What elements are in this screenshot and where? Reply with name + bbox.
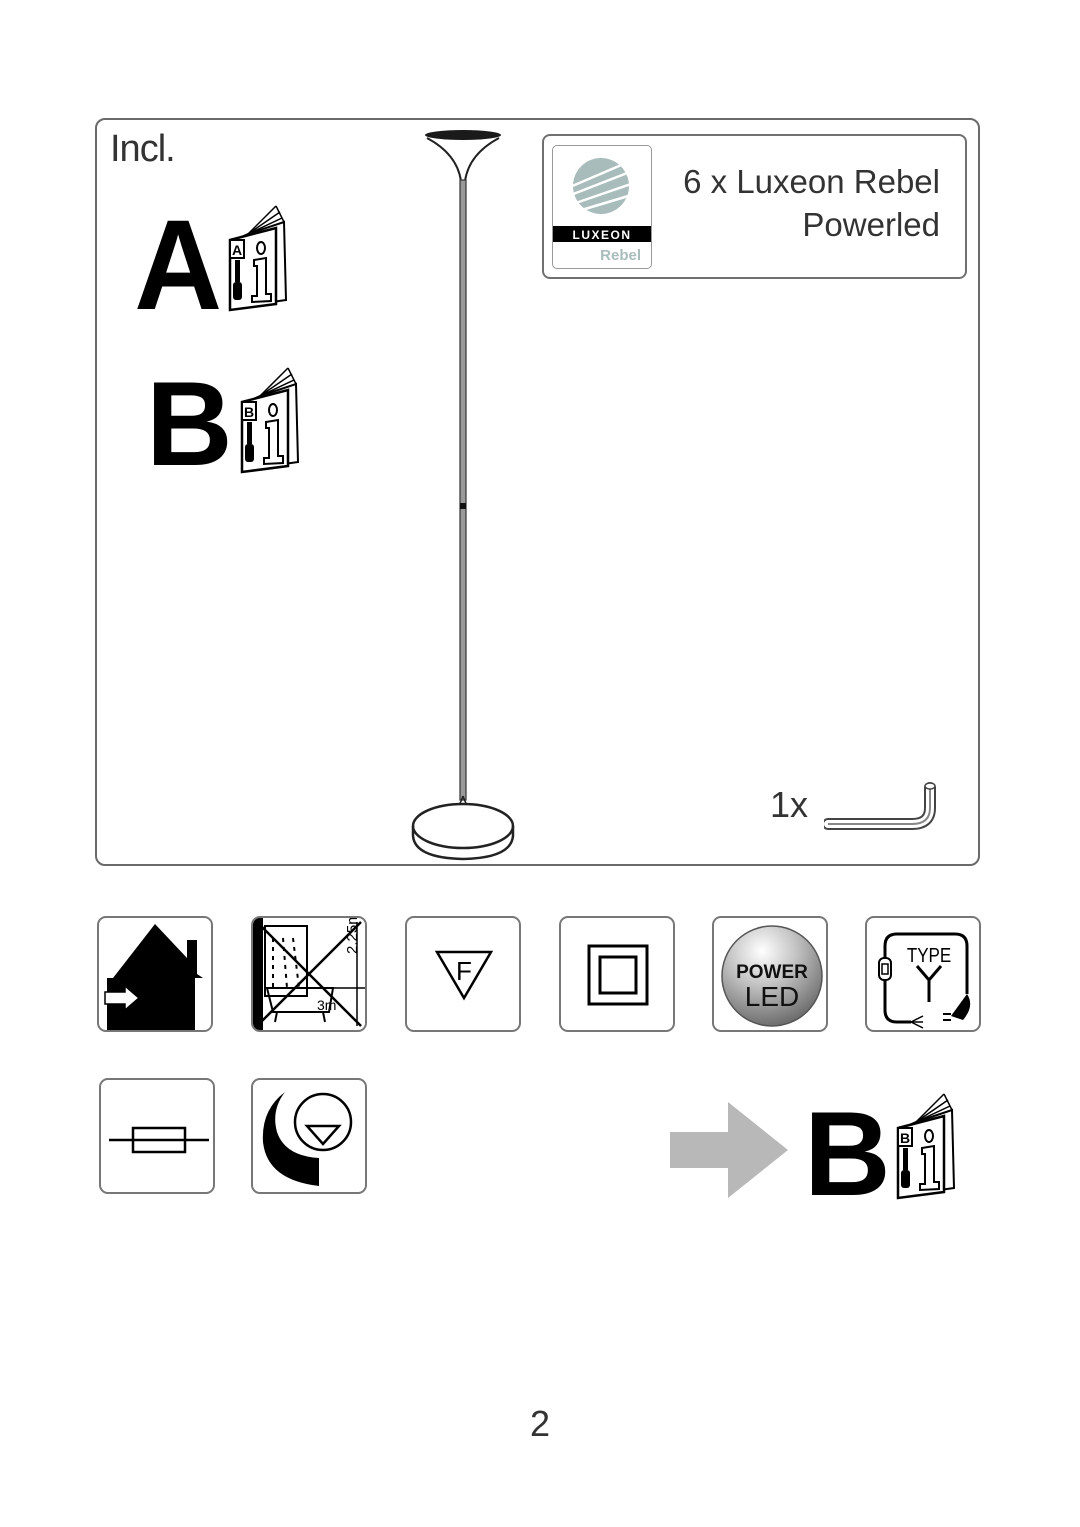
- svg-text:LED: LED: [745, 981, 799, 1012]
- cable-type-y-icon: TYPE: [865, 916, 981, 1032]
- manual-booklet-icon: B: [238, 366, 302, 476]
- svg-text:Rebel: Rebel: [600, 247, 641, 264]
- f-mark-icon: F: [405, 916, 521, 1032]
- allen-key-quantity: 1x: [770, 784, 809, 825]
- svg-text:F: F: [456, 956, 472, 986]
- luxeon-rebel-logo: LUXEON Rebel: [552, 145, 652, 269]
- svg-text:TYPE: TYPE: [907, 944, 951, 967]
- svg-text:A: A: [232, 242, 242, 258]
- manual-a-letter: A: [134, 194, 223, 337]
- manual-booklet-icon: A: [226, 204, 290, 314]
- no-bathroom-use-icon: 2.25m 3m: [251, 916, 367, 1032]
- floor-lamp-illustration: [405, 126, 520, 866]
- fuse-icon: [99, 1078, 215, 1194]
- svg-text:B: B: [244, 404, 254, 420]
- lamp-replacement-icon: [251, 1078, 367, 1194]
- allen-key-icon: [824, 780, 936, 832]
- led-description-line1: 6 x Luxeon Rebel: [683, 163, 940, 200]
- page-number: 2: [529, 1403, 551, 1444]
- led-description-line2: Powerled: [802, 206, 940, 243]
- svg-text:LUXEON: LUXEON: [572, 228, 631, 242]
- manual-b-letter: B: [146, 357, 233, 491]
- svg-text:B: B: [900, 1130, 910, 1146]
- arrow-right-icon: [670, 1102, 788, 1198]
- included-label: Incl.: [110, 128, 176, 170]
- led-description: 6 x Luxeon Rebel Powerled: [683, 160, 940, 246]
- power-led-icon: POWER LED: [712, 916, 828, 1032]
- indoor-use-only-icon: [97, 916, 213, 1032]
- reference-manual-letter: B: [804, 1087, 891, 1221]
- svg-text:POWER: POWER: [736, 962, 808, 983]
- class-ii-double-insulation-icon: [559, 916, 675, 1032]
- manual-booklet-icon: B: [894, 1092, 958, 1202]
